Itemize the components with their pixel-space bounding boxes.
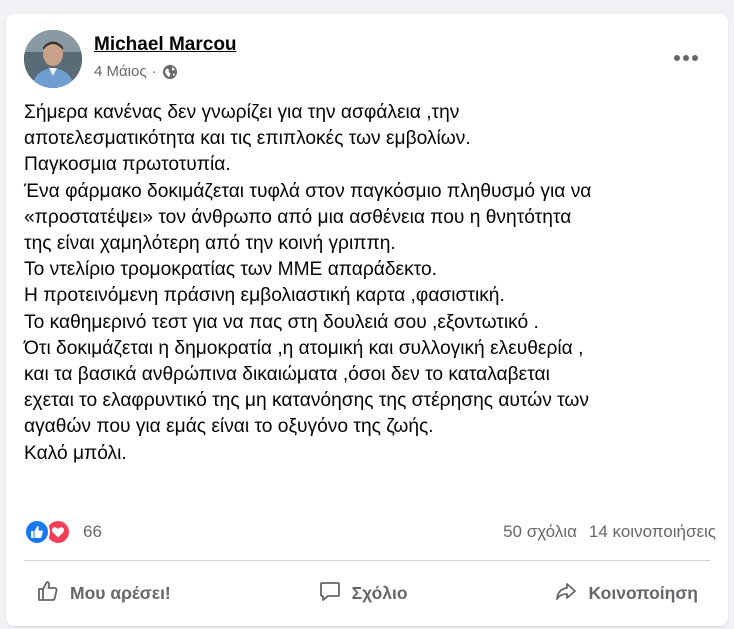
comment-button-label: Σχόλιο — [351, 582, 408, 603]
globe-icon — [162, 64, 178, 80]
post-meta: 4 Μάιος · — [94, 63, 178, 80]
post-text-line: Καλό μπόλι. — [24, 442, 127, 464]
meta-separator: · — [151, 63, 157, 80]
like-button-label: Μου αρέσει! — [70, 582, 171, 603]
post-text-line: Σήμερα κανένας δεν γνωρίζει για την ασφά… — [24, 102, 460, 123]
engagement-stats: 50 σχόλια 14 κοινοποιήσεις — [503, 522, 716, 542]
post-text-line: και τα βασικά ανθρώπινα δικαιώματα ,όσοι… — [24, 364, 550, 386]
comment-icon — [318, 579, 342, 608]
post-date[interactable]: 4 Μάιος — [94, 63, 147, 80]
thumbs-up-icon — [36, 579, 60, 608]
comments-count[interactable]: 50 σχόλια — [503, 522, 577, 542]
share-icon — [554, 579, 578, 608]
like-button[interactable]: Μου αρέσει! — [24, 573, 183, 614]
more-options-icon[interactable] — [668, 44, 704, 72]
post-text-line: Το καθημερινό τεστ για να πας στη δουλει… — [24, 311, 539, 333]
post-text-line: Ότι δοκιμάζεται η δημοκρατία ,η ατομική … — [24, 337, 584, 359]
post-text-line: Το ντελίριο τρομοκρατίας των ΜΜΕ απαράδε… — [24, 259, 437, 281]
post-text: Σήμερα κανένας δεν γνωρίζει για την ασφά… — [24, 100, 714, 467]
post-text-line: εχεται το ελαφρυντικό της μη κατανόησης … — [24, 390, 590, 412]
post-text-line: «προστατέψει» τον άνθρωπο από μια ασθένε… — [24, 206, 572, 228]
post-card: Michael Marcou 4 Μάιος · Σήμερα κανένας … — [6, 14, 728, 626]
post-text-line: αγαθών που για εμάς είναι το οξυγόνο της… — [24, 416, 434, 438]
like-reaction-icon — [24, 519, 50, 545]
post-text-line: αποτελεσματικότητα και τις επιπλοκές των… — [24, 128, 471, 150]
comment-button[interactable]: Σχόλιο — [306, 573, 420, 614]
post-text-line: Η προτεινόμενη πράσινη εμβολιαστική καρτ… — [24, 285, 505, 307]
share-button[interactable]: Κοινοποίηση — [542, 573, 710, 614]
shares-count[interactable]: 14 κοινοποιήσεις — [589, 522, 716, 542]
post-text-line: της είναι χαμηλότερη από την κοινή γριππ… — [24, 233, 396, 255]
post-text-line: Παγκοσμια πρωτοτυπία. — [24, 154, 231, 176]
divider — [24, 560, 710, 561]
avatar[interactable] — [24, 30, 82, 88]
post-header: Michael Marcou 4 Μάιος · — [24, 30, 710, 92]
reaction-count[interactable]: 66 — [83, 522, 102, 542]
action-bar: Μου αρέσει! Σχόλιο Κοινοποίηση — [24, 572, 710, 614]
post-text-line: Ένα φάρμακο δοκιμάζεται τυφλά στον παγκό… — [24, 180, 592, 202]
share-button-label: Κοινοποίηση — [588, 582, 698, 603]
author-name[interactable]: Michael Marcou — [94, 34, 237, 56]
reactions-summary[interactable]: 66 — [24, 519, 102, 545]
